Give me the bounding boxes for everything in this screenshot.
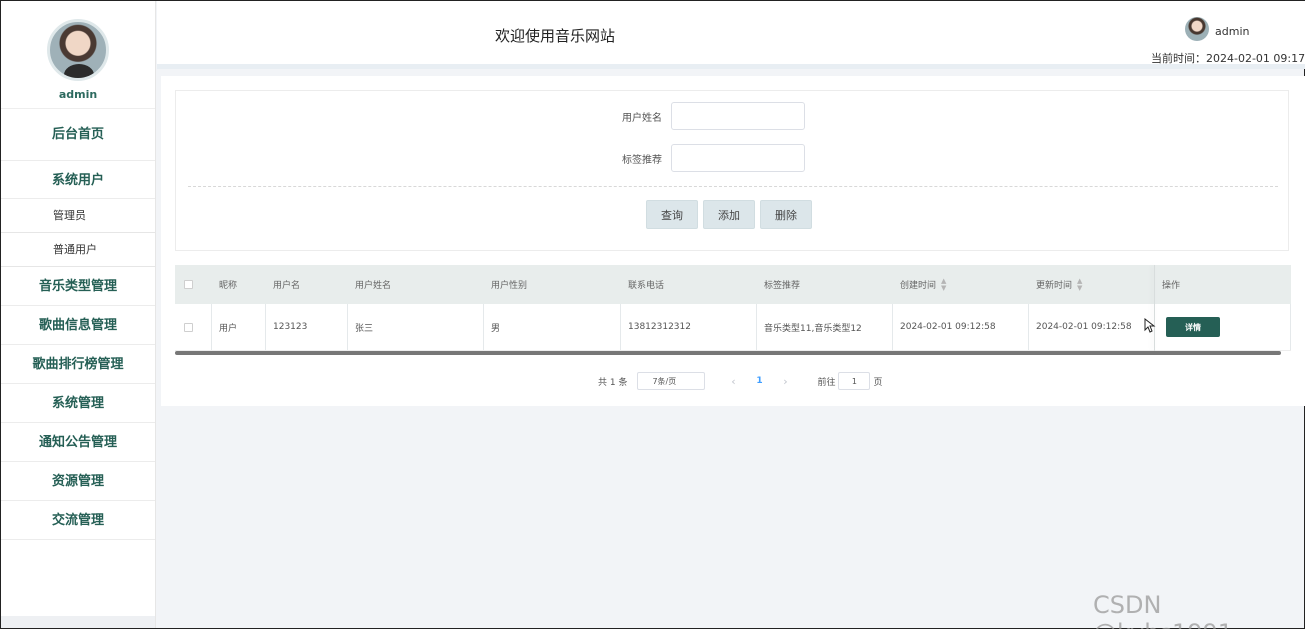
add-button[interactable]: 添加 <box>703 200 755 229</box>
fixed-column-shadow <box>1154 265 1155 351</box>
row-operation-cell: 详情 <box>1155 304 1291 350</box>
select-all-checkbox[interactable] <box>184 280 193 289</box>
user-name-input[interactable] <box>671 102 805 130</box>
chevron-right-icon[interactable]: › <box>771 375 799 388</box>
horizontal-scrollbar[interactable] <box>175 351 1281 355</box>
main-content: 用户姓名 标签推荐 查询 添加 删除 昵称 用户名 用户姓名 用户性别 联系电话… <box>161 76 1305 406</box>
current-time: 当前时间：2024-02-01 09:17:58 <box>1151 52 1305 65</box>
column-created-time[interactable]: 创建时间 ▲ ▼ <box>893 265 1029 304</box>
sidebar-item-notices[interactable]: 通知公告管理 <box>1 423 155 462</box>
sidebar-item-home[interactable]: 后台首页 <box>1 109 155 161</box>
detail-button[interactable]: 详情 <box>1166 317 1220 337</box>
row-checkbox[interactable] <box>184 322 193 332</box>
sidebar-avatar <box>47 19 109 81</box>
sidebar-item-song-ranking[interactable]: 歌曲排行榜管理 <box>1 345 155 384</box>
current-page[interactable]: 1 <box>747 376 771 386</box>
sidebar-item-song-info[interactable]: 歌曲信息管理 <box>1 306 155 345</box>
row-nickname: 用户 <box>212 304 266 350</box>
column-tags: 标签推荐 <box>764 281 801 291</box>
user-name-label: 用户姓名 <box>622 113 662 124</box>
row-real-name: 张三 <box>348 304 484 350</box>
row-gender: 男 <box>484 304 621 350</box>
column-updated-time[interactable]: 更新时间 ▲ ▼ <box>1029 265 1155 304</box>
sidebar-item-system-users[interactable]: 系统用户 <box>1 161 155 199</box>
watermark: CSDN @kybs1991 <box>1093 591 1233 629</box>
chevron-left-icon[interactable]: ‹ <box>719 375 747 388</box>
sidebar: admin 后台首页 系统用户 管理员 普通用户 音乐类型管理 歌曲信息管理 歌… <box>1 1 156 628</box>
row-phone: 13812312312 <box>621 304 757 350</box>
row-updated-time: 2024-02-01 09:12:58 <box>1029 304 1155 350</box>
jump-suffix: 页 <box>873 377 883 388</box>
sort-icon[interactable]: ▲ ▼ <box>941 277 946 292</box>
user-table: 昵称 用户名 用户姓名 用户性别 联系电话 标签推荐 创建时间 ▲ ▼ 更新时间 ▲ ▼… <box>175 265 1291 355</box>
page-jump-input[interactable]: 1 <box>838 372 871 390</box>
sidebar-item-normal-users[interactable]: 普通用户 <box>1 233 155 267</box>
column-gender: 用户性别 <box>491 281 528 291</box>
search-panel: 用户姓名 标签推荐 查询 添加 删除 <box>175 90 1289 251</box>
column-operation: 操作 <box>1162 281 1181 291</box>
column-real-name: 用户姓名 <box>355 281 392 291</box>
query-button[interactable]: 查询 <box>646 200 698 229</box>
sidebar-profile: admin <box>1 1 155 109</box>
row-tags: 音乐类型11,音乐类型12 <box>757 304 893 350</box>
jump-prefix: 前往 <box>817 377 836 388</box>
select-all-cell[interactable] <box>175 265 212 304</box>
sidebar-item-system-management[interactable]: 系统管理 <box>1 384 155 423</box>
user-name-row: 用户姓名 <box>176 102 1288 130</box>
tag-input[interactable] <box>671 144 805 172</box>
column-created-time-label: 创建时间 <box>900 281 937 291</box>
sidebar-item-admin[interactable]: 管理员 <box>1 199 155 233</box>
row-select-cell[interactable] <box>175 304 212 350</box>
page-title: 欢迎使用音乐网站 <box>495 27 616 45</box>
mouse-pointer-icon <box>1144 318 1156 333</box>
total-count: 共 1 条 <box>598 377 628 388</box>
header-avatar[interactable] <box>1185 17 1209 41</box>
sidebar-username: admin <box>58 88 98 101</box>
sidebar-item-music-types[interactable]: 音乐类型管理 <box>1 267 155 306</box>
column-updated-time-label: 更新时间 <box>1036 281 1073 291</box>
sidebar-item-communication[interactable]: 交流管理 <box>1 501 155 540</box>
top-header: 欢迎使用音乐网站 admin 当前时间：2024-02-01 09:17:58 <box>157 1 1305 69</box>
sort-icon[interactable]: ▲ ▼ <box>1077 277 1082 292</box>
tag-row: 标签推荐 <box>176 144 1288 172</box>
page-size-select[interactable]: 7条/页 <box>637 372 706 390</box>
tag-label: 标签推荐 <box>622 155 662 166</box>
column-username: 用户名 <box>273 281 301 291</box>
column-phone: 联系电话 <box>628 281 665 291</box>
sidebar-item-resources[interactable]: 资源管理 <box>1 462 155 501</box>
sidebar-bottom-strip <box>1 616 155 628</box>
table-header: 昵称 用户名 用户姓名 用户性别 联系电话 标签推荐 创建时间 ▲ ▼ 更新时间 ▲ ▼… <box>175 265 1291 304</box>
delete-button[interactable]: 删除 <box>760 200 812 229</box>
column-nickname: 昵称 <box>219 281 238 291</box>
row-created-time: 2024-02-01 09:12:58 <box>893 304 1029 350</box>
pagination: 共 1 条 7条/页 ‹ 1 › 前往 1 页 <box>598 371 882 391</box>
table-row: 用户 123123 张三 男 13812312312 音乐类型11,音乐类型12… <box>175 304 1291 351</box>
header-username[interactable]: admin <box>1215 25 1249 38</box>
search-divider <box>188 186 1278 187</box>
row-username: 123123 <box>266 304 348 350</box>
